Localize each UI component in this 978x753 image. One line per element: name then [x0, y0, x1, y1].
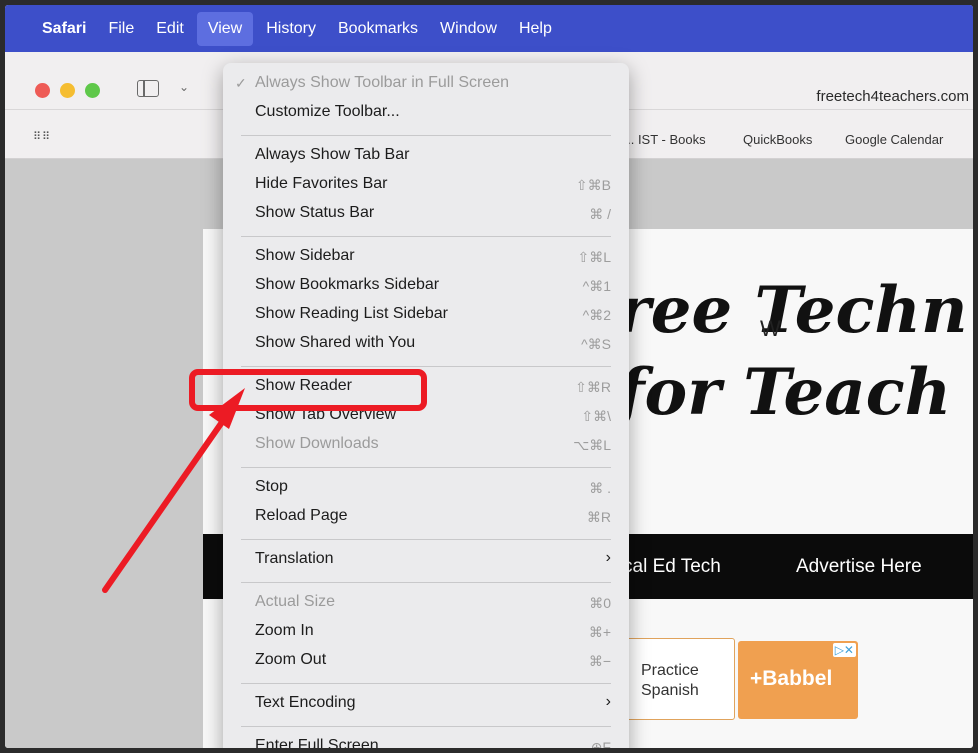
screenshot-frame: Safari File Edit View History Bookmarks …	[5, 5, 973, 748]
annotation-arrow-icon	[102, 388, 245, 593]
